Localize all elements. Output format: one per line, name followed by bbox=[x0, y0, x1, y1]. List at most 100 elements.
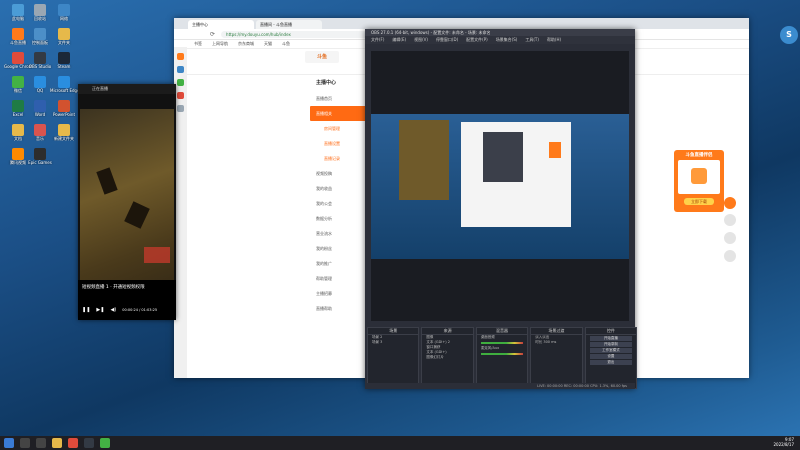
game-character bbox=[96, 167, 118, 195]
app-icon bbox=[58, 124, 70, 136]
menu-item[interactable]: 主播招募 bbox=[310, 286, 366, 301]
sources-dock: 来源 图像 文本 (GDI+) 2 窗口捕获 文本 (GDI+) 图像幻灯片 bbox=[421, 327, 474, 389]
obs-menu-item[interactable]: 文件(F) bbox=[371, 36, 384, 44]
duration-field[interactable]: 300 ms bbox=[543, 340, 556, 344]
promo-image bbox=[678, 160, 720, 194]
desktop-icon[interactable]: PowerPoint bbox=[50, 100, 78, 127]
promo-download-button[interactable]: 立即下载 bbox=[684, 198, 714, 205]
menu-item[interactable]: 我的收益 bbox=[310, 181, 366, 196]
obs-title: OBS 27.0.1 (64-bit, windows) - 配置文件: 未命名… bbox=[365, 29, 635, 36]
desktop-icon[interactable]: 文件夹 bbox=[50, 28, 78, 55]
desktop-icon-label: 网络 bbox=[60, 16, 68, 21]
exit-button[interactable]: 退出 bbox=[589, 360, 633, 365]
obs-icon[interactable] bbox=[84, 438, 94, 448]
app-icon bbox=[12, 124, 24, 136]
sidebar-app-icon[interactable] bbox=[177, 53, 184, 60]
app-icon bbox=[58, 4, 70, 16]
desktop-icon-label: Steam bbox=[57, 64, 71, 69]
menu-item[interactable]: 我的粉丝 bbox=[310, 241, 366, 256]
pause-icon[interactable]: ❚❚ bbox=[82, 307, 90, 313]
side-float-button[interactable] bbox=[724, 214, 736, 226]
app-icon bbox=[12, 148, 24, 160]
live-player-window[interactable]: 正在直播 短视频直播 1 · 开通短视频权限 ❚❚ ▶❚ ◀) 00:00:24… bbox=[78, 84, 176, 320]
obs-menu-item[interactable]: 配置文件(P) bbox=[466, 36, 488, 44]
scene-item[interactable]: 场景 3 bbox=[368, 340, 418, 345]
scenes-dock-title: 场景 bbox=[368, 328, 419, 335]
next-icon[interactable]: ▶❚ bbox=[96, 307, 104, 313]
start-streaming-button[interactable]: 开始直播 bbox=[589, 336, 633, 341]
menu-subitem[interactable]: 直播记录 bbox=[310, 151, 366, 166]
desktop-icon[interactable]: 新建文件夹 bbox=[50, 124, 78, 151]
desktop-icon[interactable]: Microsoft Edge bbox=[50, 76, 78, 103]
menu-item[interactable]: 我的推广 bbox=[310, 256, 366, 271]
floating-assistant-icon[interactable]: S bbox=[780, 26, 798, 44]
sidebar-app-icon[interactable] bbox=[177, 66, 184, 73]
side-float-button[interactable] bbox=[724, 250, 736, 262]
app-icon bbox=[34, 100, 46, 112]
desktop-icon-label: Microsoft Edge bbox=[50, 88, 78, 93]
obs-menu-item[interactable]: 场景集合(S) bbox=[496, 36, 518, 44]
audio-meter bbox=[480, 353, 524, 355]
side-float-button[interactable] bbox=[724, 197, 736, 209]
side-float-button[interactable] bbox=[724, 232, 736, 244]
controls-dock: 控件 开始直播 开始录制 工作室模式 设置 退出 bbox=[584, 327, 638, 389]
companion-promo-card[interactable]: 斗鱼直播伴侣 立即下载 bbox=[674, 150, 724, 212]
tab-live-room[interactable]: 直播间 - 斗鱼直播 bbox=[256, 20, 322, 29]
file-explorer-icon[interactable] bbox=[52, 438, 62, 448]
search-icon[interactable] bbox=[20, 438, 30, 448]
sidebar-app-icon[interactable] bbox=[177, 79, 184, 86]
sidebar-app-icon[interactable] bbox=[177, 105, 184, 112]
system-clock[interactable]: 9:07 2022/8/17 bbox=[773, 437, 794, 447]
volume-icon[interactable]: ◀) bbox=[110, 307, 116, 313]
start-recording-button[interactable]: 开始录制 bbox=[589, 342, 633, 347]
chrome-icon[interactable] bbox=[68, 438, 78, 448]
wechat-icon[interactable] bbox=[100, 438, 110, 448]
menu-item[interactable]: 帮助管理 bbox=[310, 271, 366, 286]
desktop-icon[interactable]: Steam bbox=[50, 52, 78, 79]
menu-subitem[interactable]: 房间管理 bbox=[310, 121, 366, 136]
menu-item[interactable]: 营业流水 bbox=[310, 226, 366, 241]
menu-subitem[interactable]: 直播设置 bbox=[310, 136, 366, 151]
obs-window: OBS 27.0.1 (64-bit, windows) - 配置文件: 未命名… bbox=[365, 29, 638, 389]
reload-icon[interactable]: ⟳ bbox=[210, 31, 215, 38]
obs-docks: 场景 场景 2 场景 3 来源 图像 文本 (GDI+) 2 窗口捕获 文本 (… bbox=[365, 327, 639, 389]
obs-menu-item[interactable]: 工具(T) bbox=[525, 36, 539, 44]
url-field[interactable]: https://my.douyu.com/hub/index bbox=[221, 30, 387, 38]
menu-item[interactable]: 直播帮助 bbox=[310, 301, 366, 316]
app-icon bbox=[58, 52, 70, 64]
desktop-icon[interactable]: 网络 bbox=[50, 4, 78, 31]
transition-duration-row: 时长 300 ms bbox=[531, 340, 581, 345]
app-icon bbox=[34, 4, 46, 16]
app-icon bbox=[58, 28, 70, 40]
obs-status-bar: LIVE: 00:00:00 REC: 00:00:00 CPU: 1.3%, … bbox=[365, 383, 635, 389]
start-button-icon[interactable] bbox=[4, 438, 14, 448]
menu-item[interactable]: 我的公会 bbox=[310, 196, 366, 211]
menu-item[interactable]: 数据分析 bbox=[310, 211, 366, 226]
transitions-dock-title: 场景过渡 bbox=[531, 328, 582, 335]
controls-dock-title: 控件 bbox=[585, 328, 637, 335]
task-view-icon[interactable] bbox=[36, 438, 46, 448]
tab-anchor-center[interactable]: 主播中心 bbox=[188, 20, 254, 29]
desktop-icon[interactable]: Epic Games bbox=[26, 148, 54, 175]
player-time: 00:00:24 / 01:03:25 bbox=[122, 308, 158, 312]
menu-item-active[interactable]: 直播相关 bbox=[310, 106, 366, 121]
source-item[interactable]: 图像幻灯片 bbox=[422, 355, 472, 360]
sidebar-app-icon[interactable] bbox=[177, 92, 184, 99]
obs-preview-canvas[interactable] bbox=[371, 51, 629, 321]
mixer-dock: 混音器 桌面音频 麦克风/Aux bbox=[475, 327, 529, 389]
app-icon bbox=[34, 52, 46, 64]
settings-button[interactable]: 设置 bbox=[589, 354, 633, 359]
game-video-frame bbox=[80, 109, 174, 309]
obs-menu-item[interactable]: 停靠窗口(D) bbox=[436, 36, 458, 44]
anchor-center-menu: 主播中心 直播首页 直播相关 房间管理 直播设置 直播记录 视频投稿 我的收益 … bbox=[310, 76, 366, 316]
obs-menu-item[interactable]: 帮助(H) bbox=[547, 36, 561, 44]
obs-menu-item[interactable]: 编辑(E) bbox=[392, 36, 406, 44]
site-logo[interactable]: 斗鱼 bbox=[305, 51, 339, 63]
studio-mode-button[interactable]: 工作室模式 bbox=[589, 348, 633, 353]
obs-menu-item[interactable]: 视图(V) bbox=[414, 36, 428, 44]
app-icon bbox=[12, 100, 24, 112]
nested-game-preview bbox=[399, 120, 449, 200]
app-icon bbox=[34, 148, 46, 160]
menu-item[interactable]: 视频投稿 bbox=[310, 166, 366, 181]
menu-item[interactable]: 直播首页 bbox=[310, 91, 366, 106]
